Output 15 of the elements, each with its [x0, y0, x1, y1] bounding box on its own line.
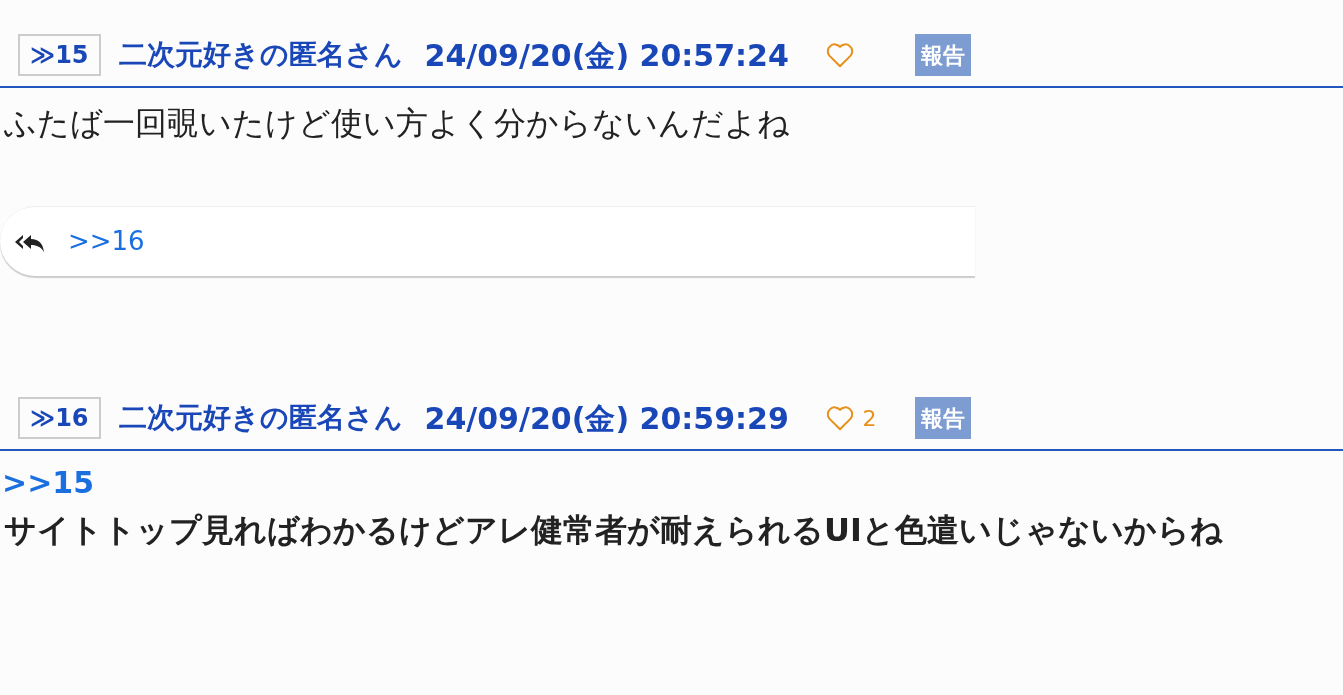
report-button[interactable]: 報告	[914, 397, 971, 439]
post-date: 24/09/20(金) 20:57:24	[424, 36, 790, 75]
poster-name: 二次元好きの匿名さん	[118, 37, 403, 73]
heart-icon[interactable]	[824, 41, 855, 69]
post-text: サイトトップ見ればわかるけどアレ健常者が耐えられるUIと色遣いじゃないからね	[3, 510, 1224, 551]
heart-icon[interactable]	[824, 404, 855, 432]
report-button[interactable]: 報告	[914, 34, 971, 76]
poster-name: 二次元好きの匿名さん	[118, 400, 403, 436]
reply-anchor-link[interactable]: >>15	[0, 461, 1343, 505]
like-count: 2	[862, 404, 877, 433]
post-number[interactable]: ≫15	[18, 34, 101, 76]
post-date: 24/09/20(金) 20:59:29	[424, 399, 790, 438]
post-text: ふたば一回覗いたけど使い方よく分からないんだよね	[3, 103, 791, 144]
post-number[interactable]: ≫16	[18, 397, 101, 439]
reply-link[interactable]: >>16	[68, 222, 145, 261]
